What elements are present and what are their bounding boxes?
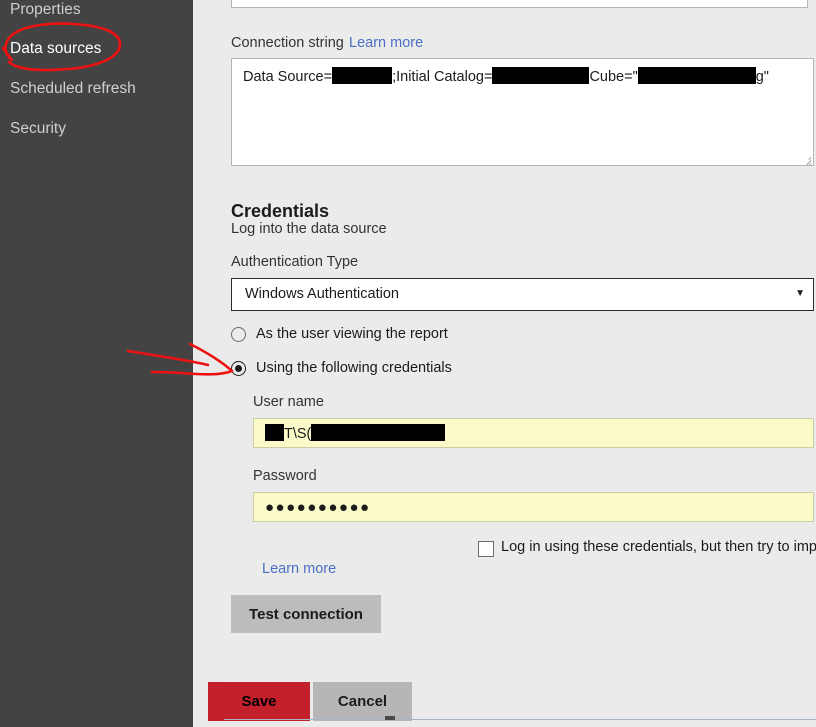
cancel-button[interactable]: Cancel bbox=[313, 682, 412, 721]
chevron-down-icon: ▼ bbox=[795, 288, 805, 299]
password-label: Password bbox=[253, 468, 317, 484]
credentials-subtitle: Log into the data source bbox=[231, 221, 387, 237]
sidebar: Properties Data sources Scheduled refres… bbox=[0, 0, 193, 727]
sidebar-item-properties[interactable]: Properties bbox=[10, 0, 81, 20]
impersonate-checkbox[interactable] bbox=[478, 541, 494, 557]
radio-using-following-label: Using the following credentials bbox=[256, 360, 452, 376]
sidebar-item-security[interactable]: Security bbox=[10, 119, 66, 139]
radio-as-user-indicator[interactable] bbox=[231, 327, 246, 342]
test-connection-button[interactable]: Test connection bbox=[231, 595, 381, 633]
user-name-value: T\S( bbox=[265, 424, 446, 442]
redaction-bar bbox=[637, 67, 756, 84]
impersonate-checkbox-label: Log in using these credentials, but then… bbox=[501, 539, 816, 555]
password-masked-value: ●●●●●●●●●● bbox=[265, 499, 371, 516]
connection-string-textarea[interactable]: Data Source= ;Initial Catalog= Cube=" g" bbox=[231, 58, 814, 166]
sidebar-content-gutter bbox=[193, 0, 224, 727]
connection-string-value: Data Source= ;Initial Catalog= Cube=" g" bbox=[243, 67, 769, 85]
redaction-bar bbox=[311, 424, 446, 441]
footer-divider bbox=[224, 719, 816, 720]
redaction-bar bbox=[492, 67, 590, 84]
settings-content-pane: . Connection string Learn more Data Sour… bbox=[208, 0, 816, 727]
resize-grip-icon[interactable] bbox=[801, 154, 812, 165]
user-name-input[interactable]: T\S( bbox=[253, 418, 814, 448]
save-button[interactable]: Save bbox=[208, 682, 310, 721]
footer-tick-mark bbox=[385, 716, 395, 720]
connection-string-label: Connection string bbox=[231, 35, 344, 51]
redaction-bar bbox=[332, 67, 393, 84]
authentication-type-label: Authentication Type bbox=[231, 254, 359, 270]
connection-string-learn-more-link[interactable]: Learn more bbox=[349, 35, 423, 51]
credentials-heading: Credentials bbox=[231, 200, 330, 221]
redaction-bar bbox=[265, 424, 284, 441]
sidebar-item-data-sources[interactable]: Data sources bbox=[10, 39, 101, 59]
impersonate-learn-more-link[interactable]: Learn more bbox=[262, 561, 336, 577]
truncated-field-above[interactable]: . bbox=[231, 0, 808, 8]
authentication-type-value: Windows Authentication bbox=[245, 286, 399, 302]
radio-using-following-indicator[interactable] bbox=[231, 361, 246, 376]
radio-as-user-label: As the user viewing the report bbox=[256, 326, 448, 342]
authentication-type-select[interactable]: Windows Authentication ▼ bbox=[231, 278, 814, 311]
password-input[interactable]: ●●●●●●●●●● bbox=[253, 492, 814, 522]
user-name-label: User name bbox=[253, 394, 324, 410]
sidebar-item-scheduled-refresh[interactable]: Scheduled refresh bbox=[10, 79, 136, 99]
app-root: Properties Data sources Scheduled refres… bbox=[0, 0, 816, 727]
